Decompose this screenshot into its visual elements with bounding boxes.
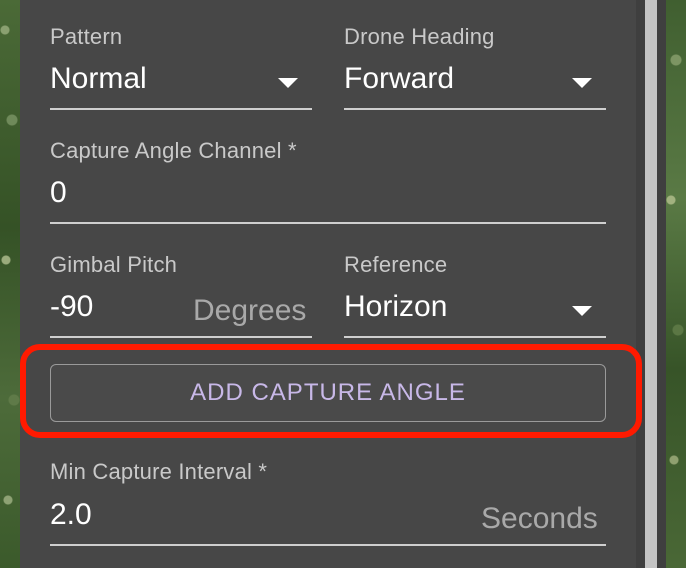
reference-value: Horizon (344, 290, 448, 323)
map-background-left (0, 0, 20, 568)
capture-angle-channel-value: 0 (50, 176, 67, 209)
map-background-right (666, 0, 686, 568)
scrollbar-thumb[interactable] (645, 0, 657, 568)
reference-label: Reference (344, 252, 448, 277)
drone-heading-label: Drone Heading (344, 24, 495, 49)
dropdown-caret-icon (278, 78, 298, 88)
dropdown-caret-icon (572, 78, 592, 88)
reference-underline (344, 336, 606, 338)
min-capture-interval-unit: Seconds (481, 502, 598, 535)
dropdown-caret-icon (572, 306, 592, 316)
pattern-value: Normal (50, 62, 147, 95)
pattern-label: Pattern (50, 24, 123, 49)
pattern-underline (50, 108, 312, 110)
min-capture-interval-underline (50, 544, 606, 546)
min-capture-interval-label: Min Capture Interval * (50, 459, 268, 484)
capture-angle-channel-underline (50, 222, 606, 224)
gimbal-pitch-underline (50, 336, 312, 338)
min-capture-interval-value: 2.0 (50, 498, 92, 531)
reference-select[interactable]: Horizon (344, 284, 606, 340)
pattern-select[interactable]: Normal (50, 56, 312, 112)
gimbal-pitch-input[interactable]: -90 Degrees (50, 284, 312, 340)
scrollbar[interactable] (636, 0, 666, 568)
gimbal-pitch-label: Gimbal Pitch (50, 252, 178, 277)
drone-heading-select[interactable]: Forward (344, 56, 606, 112)
min-capture-interval-input[interactable]: 2.0 Seconds (50, 492, 606, 548)
capture-angle-channel-input[interactable]: 0 (50, 170, 606, 226)
drone-heading-value: Forward (344, 62, 455, 95)
capture-angle-channel-label: Capture Angle Channel * (50, 138, 297, 163)
add-capture-angle-button[interactable]: ADD CAPTURE ANGLE (50, 364, 606, 422)
gimbal-pitch-unit: Degrees (193, 294, 307, 327)
drone-heading-underline (344, 108, 606, 110)
gimbal-pitch-value: -90 (50, 290, 94, 323)
